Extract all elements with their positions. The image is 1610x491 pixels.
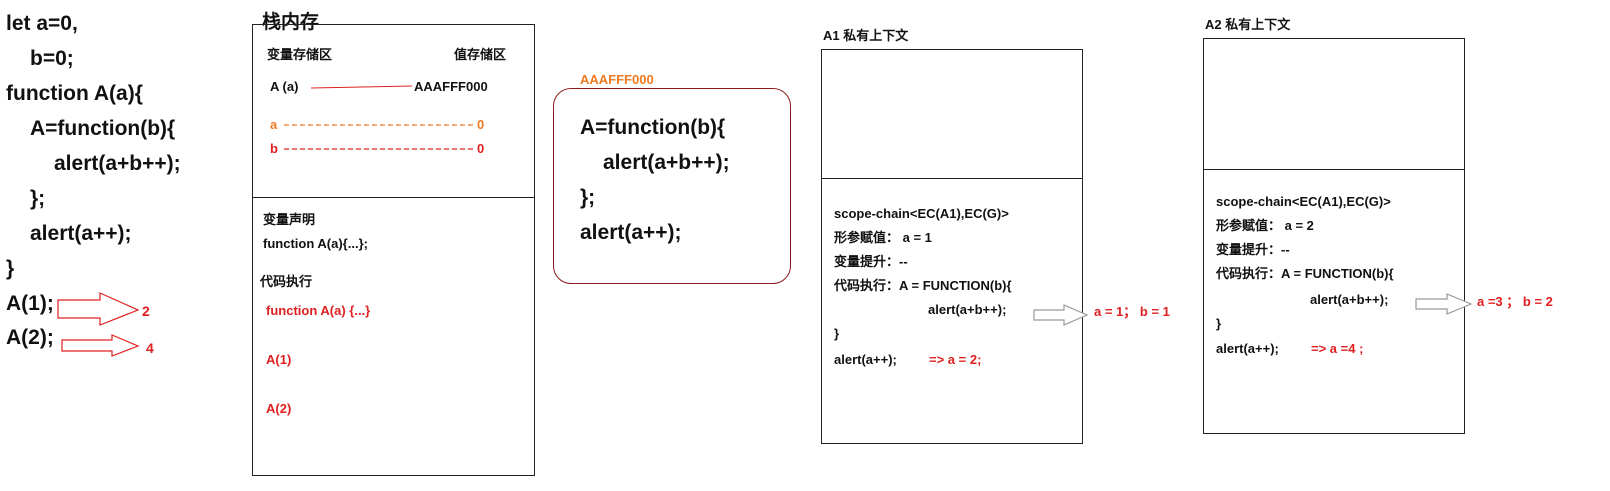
result-arrow-1 [57, 292, 140, 326]
ec-a2-result-arrow [1415, 293, 1473, 315]
pointer-line [310, 85, 413, 89]
diagram-connectors [57, 85, 1473, 357]
ec-a1-result-arrow [1033, 304, 1089, 326]
result-arrow-2 [61, 334, 140, 357]
